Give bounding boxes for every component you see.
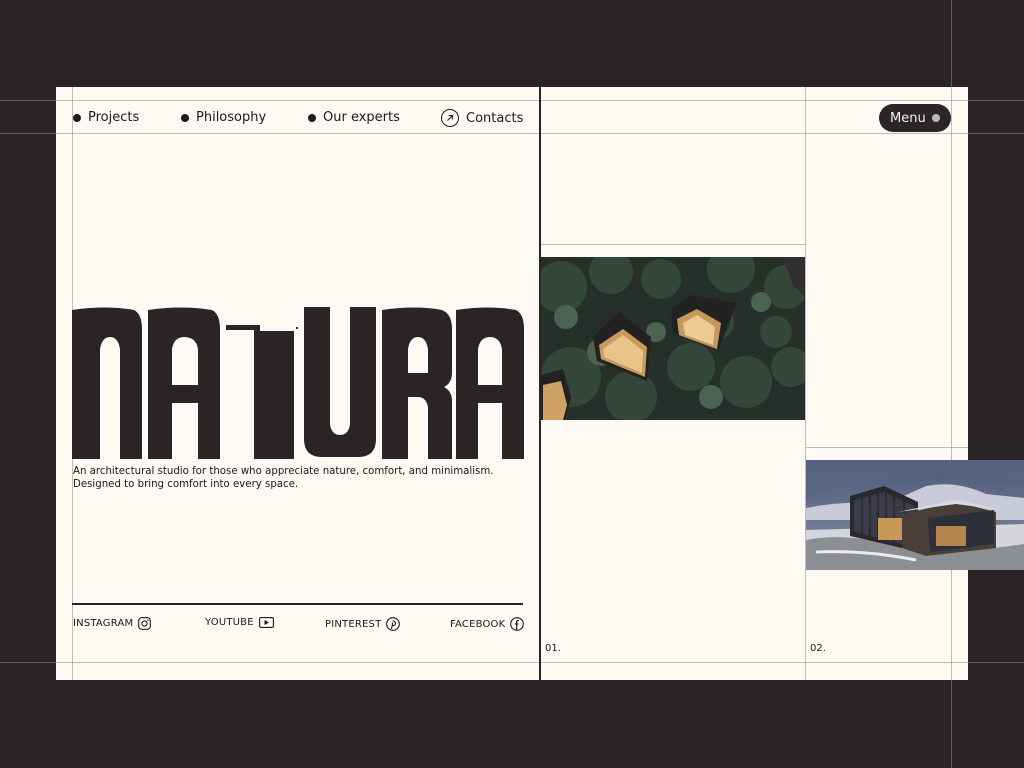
nav-contacts[interactable]: Contacts bbox=[441, 109, 523, 127]
guide-line bbox=[0, 133, 1024, 134]
bullet-icon bbox=[73, 113, 81, 122]
menu-dot-icon bbox=[932, 114, 940, 122]
social-youtube-label: YOUTUBE bbox=[205, 617, 254, 628]
social-pinterest-label: PINTEREST bbox=[325, 618, 382, 630]
project-image-forest-cabins[interactable] bbox=[541, 257, 805, 420]
guide-line bbox=[805, 87, 806, 680]
hero-tagline: An architectural studio for those who ap… bbox=[73, 465, 513, 491]
facebook-icon bbox=[510, 617, 525, 631]
forest-cabins-photo bbox=[541, 257, 805, 420]
nav-our-experts[interactable]: Our experts bbox=[308, 110, 400, 125]
nav-philosophy[interactable]: Philosophy bbox=[181, 110, 266, 125]
social-youtube-link[interactable]: YOUTUBE bbox=[205, 617, 274, 628]
social-divider bbox=[72, 603, 523, 605]
guide-line bbox=[806, 447, 968, 448]
guide-line bbox=[951, 0, 952, 768]
social-instagram-link[interactable]: INSTAGRAM bbox=[73, 617, 152, 630]
hero-wordmark: NATURA bbox=[72, 307, 524, 463]
bullet-icon bbox=[308, 113, 316, 122]
social-instagram-label: INSTAGRAM bbox=[73, 618, 134, 629]
social-pinterest-link[interactable]: PINTEREST bbox=[325, 617, 401, 631]
menu-button[interactable]: Menu bbox=[879, 104, 951, 132]
nav-philosophy-label: Philosophy bbox=[196, 110, 267, 125]
glass-house-photo bbox=[806, 460, 1024, 570]
social-facebook-label: FACEBOOK bbox=[450, 618, 506, 630]
gallery-number-2: 02. bbox=[810, 643, 826, 654]
gallery-number-1: 01. bbox=[545, 643, 561, 654]
nav-projects-label: Projects bbox=[88, 110, 140, 125]
guide-line bbox=[541, 244, 805, 245]
guide-line bbox=[0, 100, 1024, 101]
nav-contacts-label: Contacts bbox=[466, 110, 524, 126]
wordmark-letters bbox=[72, 307, 524, 459]
nav-our-experts-label: Our experts bbox=[323, 110, 400, 125]
bullet-icon bbox=[181, 113, 189, 122]
tagline-line-1: An architectural studio for those who ap… bbox=[73, 466, 494, 477]
tagline-line-2: Designed to bring comfort into every spa… bbox=[73, 479, 299, 490]
pinterest-icon bbox=[386, 617, 401, 631]
youtube-icon bbox=[258, 617, 274, 628]
arrow-up-right-icon bbox=[441, 109, 459, 127]
social-facebook-link[interactable]: FACEBOOK bbox=[450, 617, 525, 631]
guide-line bbox=[0, 662, 1024, 663]
menu-button-label: Menu bbox=[890, 110, 926, 126]
project-image-glass-house[interactable] bbox=[806, 460, 1024, 570]
instagram-icon bbox=[138, 617, 152, 630]
nav-projects[interactable]: Projects bbox=[73, 110, 139, 125]
